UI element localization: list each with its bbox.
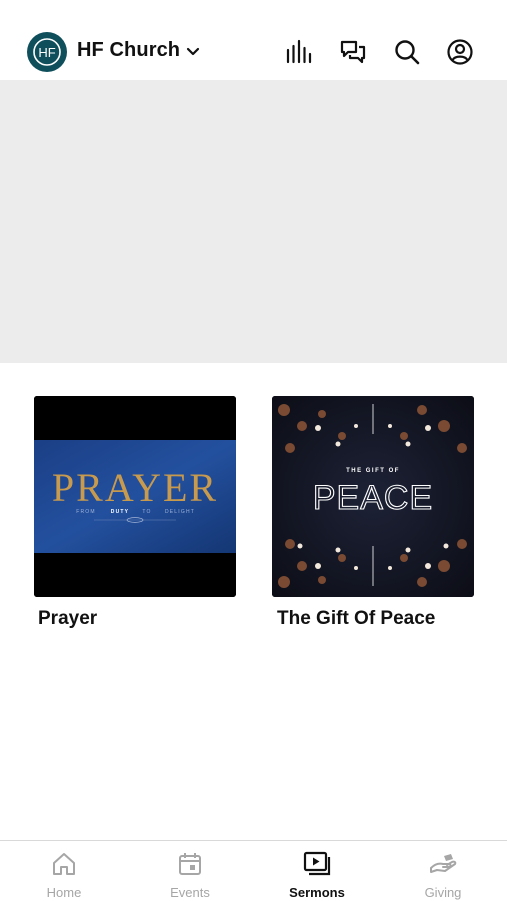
prayer-artwork-sub-2: DUTY [111,509,129,515]
prayer-artwork-sub-4: DELIGHT [165,509,195,515]
church-logo-mark-icon: HF [33,38,61,66]
video-library-icon [303,851,331,876]
tab-label: Home [46,885,82,900]
featured-banner[interactable] [0,80,507,363]
logo-text: HF [38,45,55,60]
hand-giving-icon [430,854,457,873]
prayer-artwork-word: PRAYER [52,465,218,510]
peace-artwork-word: PEACE [313,479,433,517]
tab-label: Sermons [289,885,345,900]
tab-label: Events [170,885,210,900]
sermon-artwork-gift-of-peace[interactable]: THE GIFT OF PEACE [272,396,474,597]
chevron-down-icon[interactable] [185,44,201,60]
bottom-tab-bar: Home Events Sermons Giving [0,840,507,901]
prayer-artwork-image: PRAYER FROM DUTY TO DELIGHT [34,396,236,597]
sermon-title[interactable]: The Gift Of Peace [277,608,435,630]
tab-giving[interactable]: Giving [380,841,506,901]
tab-label: Giving [424,885,462,900]
sermon-title[interactable]: Prayer [38,608,97,630]
audio-bars-icon[interactable] [285,38,313,66]
app-header: HF HF Church [0,0,507,80]
peace-artwork-kicker: THE GIFT OF [346,468,400,474]
account-icon[interactable] [446,38,474,66]
church-name[interactable]: HF Church [77,39,180,62]
prayer-artwork-sub-3: TO [142,509,151,515]
calendar-icon [179,853,201,875]
prayer-artwork-sub-1: FROM [76,509,96,515]
church-logo[interactable]: HF [27,32,67,72]
tab-sermons[interactable]: Sermons [254,841,380,901]
home-icon [53,853,75,875]
search-icon[interactable] [393,38,421,66]
chat-icon[interactable] [339,38,367,66]
peace-artwork-image: THE GIFT OF PEACE [272,396,474,597]
sermon-artwork-prayer[interactable]: PRAYER FROM DUTY TO DELIGHT [34,396,236,597]
tab-home[interactable]: Home [1,841,127,901]
tab-events[interactable]: Events [127,841,253,901]
